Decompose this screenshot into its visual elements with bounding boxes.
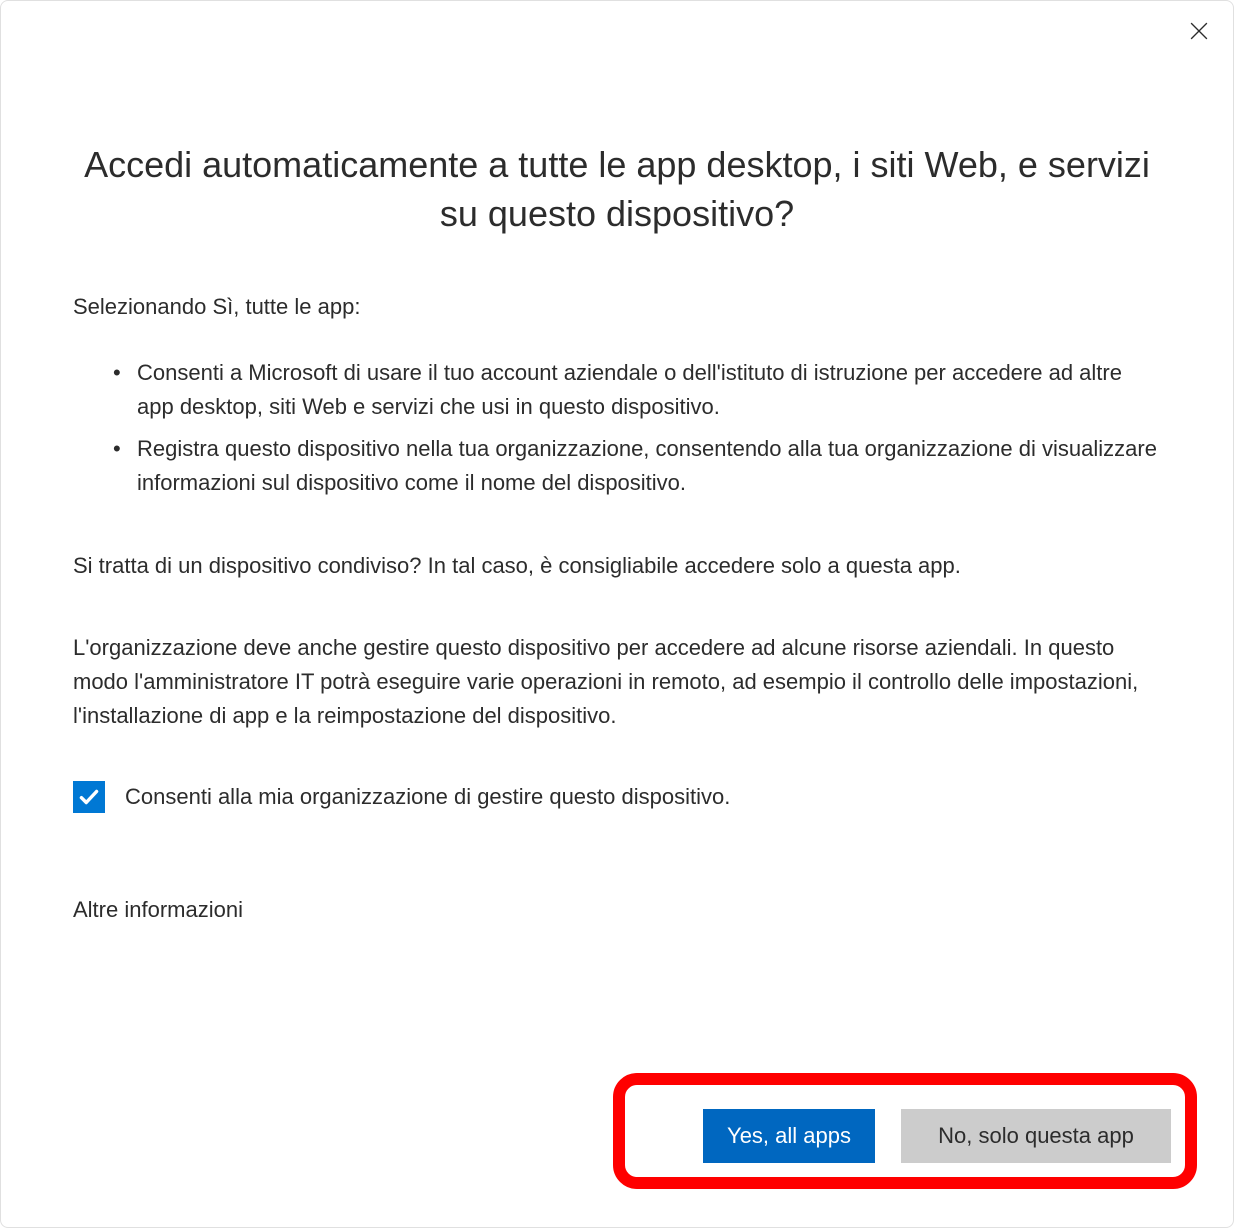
shared-device-text: Si tratta di un dispositivo condiviso? I… bbox=[73, 549, 1161, 583]
checkbox-row: Consenti alla mia organizzazione di gest… bbox=[73, 781, 1161, 813]
bullet-item: Registra questo dispositivo nella tua or… bbox=[113, 432, 1161, 500]
bullet-item: Consenti a Microsoft di usare il tuo acc… bbox=[113, 356, 1161, 424]
button-row: Yes, all apps No, solo questa app bbox=[703, 1109, 1171, 1163]
dialog-content: Accedi automaticamente a tutte le app de… bbox=[1, 1, 1233, 923]
yes-all-apps-button[interactable]: Yes, all apps bbox=[703, 1109, 875, 1163]
more-info-link[interactable]: Altre informazioni bbox=[73, 897, 1161, 923]
dialog-window: Accedi automaticamente a tutte le app de… bbox=[0, 0, 1234, 1228]
org-manage-text: L'organizzazione deve anche gestire ques… bbox=[73, 631, 1161, 733]
check-icon bbox=[78, 786, 100, 808]
close-button[interactable] bbox=[1183, 15, 1215, 47]
allow-manage-checkbox[interactable] bbox=[73, 781, 105, 813]
checkbox-label: Consenti alla mia organizzazione di gest… bbox=[125, 784, 730, 810]
no-this-app-only-button[interactable]: No, solo questa app bbox=[901, 1109, 1171, 1163]
dialog-title: Accedi automaticamente a tutte le app de… bbox=[73, 141, 1161, 238]
close-icon bbox=[1190, 22, 1208, 40]
bullet-list: Consenti a Microsoft di usare il tuo acc… bbox=[73, 356, 1161, 500]
intro-text: Selezionando Sì, tutte le app: bbox=[73, 294, 1161, 320]
